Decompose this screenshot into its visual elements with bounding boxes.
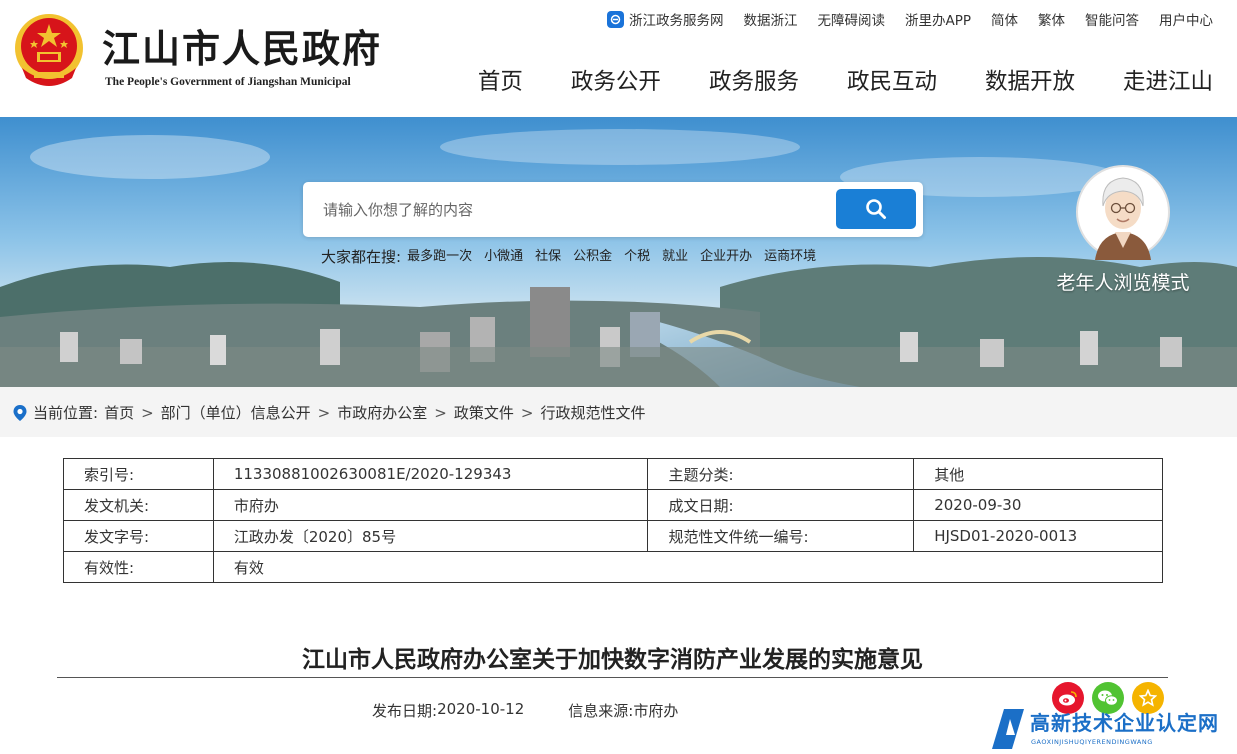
- hot-search-item[interactable]: 运商环境: [764, 247, 816, 267]
- top-link-smart-qa[interactable]: 智能问答: [1085, 9, 1139, 29]
- top-link-simplified[interactable]: 简体: [991, 9, 1018, 29]
- hot-search-item[interactable]: 社保: [535, 247, 561, 267]
- hot-searches: 大家都在搜: 最多跑一次 小微通 社保 公积金 个税 就业 企业开办 运商环境: [321, 247, 828, 267]
- search-icon: [866, 199, 886, 219]
- validity-label: 有效性:: [63, 551, 214, 583]
- watermark-text: 高新技术企业认定网: [1030, 711, 1219, 735]
- elder-mode-button[interactable]: 老年人浏览模式: [1043, 162, 1203, 302]
- hot-search-item[interactable]: 就业: [662, 247, 688, 267]
- hot-search-item[interactable]: 个税: [624, 247, 650, 267]
- hot-search-item[interactable]: 公积金: [573, 247, 612, 267]
- document-number-value: 江政办发〔2020〕85号: [212, 520, 649, 552]
- hot-searches-label: 大家都在搜:: [321, 248, 402, 266]
- breadcrumb-separator: >: [434, 403, 447, 422]
- unified-code-label: 规范性文件统一编号:: [647, 520, 915, 552]
- zhejiang-service-icon: [606, 10, 624, 28]
- top-link-label: 浙江政务服务网: [628, 13, 724, 29]
- breadcrumb-gov-office[interactable]: 市政府办公室: [337, 402, 427, 423]
- site-header: 江山市人民政府 The People's Government of Jiang…: [0, 0, 1237, 117]
- publish-date-label: 发布日期:: [372, 702, 438, 720]
- unified-code-value: HJSD01-2020-0013: [913, 520, 1163, 552]
- breadcrumb: 当前位置: 首页 > 部门（单位）信息公开 > 市政府办公室 > 政策文件 > …: [12, 402, 645, 423]
- document-number-label: 发文字号:: [63, 520, 214, 552]
- table-row: 发文字号: 江政办发〔2020〕85号 规范性文件统一编号: HJSD01-20…: [63, 520, 1163, 552]
- top-links: 浙江政务服务网 数据浙江 无障碍阅读 浙里办APP 简体 繁体 智能问答 用户中…: [606, 9, 1213, 29]
- hot-search-item[interactable]: 小微通: [484, 247, 523, 267]
- nav-item-home[interactable]: 首页: [478, 64, 523, 96]
- search-input[interactable]: [303, 182, 833, 237]
- article-title: 江山市人民政府办公室关于加快数字消防产业发展的实施意见: [302, 647, 923, 673]
- title-divider: [57, 677, 1168, 678]
- index-number-label: 索引号:: [63, 458, 214, 490]
- top-link-accessibility[interactable]: 无障碍阅读: [817, 9, 885, 29]
- main-nav: 首页 政务公开 政务服务 政民互动 数据开放 走进江山: [478, 64, 1213, 96]
- breadcrumb-normative-docs[interactable]: 行政规范性文件: [540, 402, 645, 423]
- nav-item-gov-service[interactable]: 政务服务: [709, 64, 799, 96]
- hot-search-item[interactable]: 最多跑一次: [407, 247, 472, 267]
- breadcrumb-home[interactable]: 首页: [104, 402, 134, 423]
- breadcrumb-dept-disclosure[interactable]: 部门（单位）信息公开: [161, 402, 311, 423]
- location-pin-icon: [13, 404, 27, 421]
- breadcrumb-separator: >: [141, 403, 154, 422]
- site-title[interactable]: 江山市人民政府: [102, 18, 382, 73]
- breadcrumb-label: 当前位置:: [33, 404, 99, 422]
- breadcrumb-separator: >: [317, 403, 331, 422]
- hero-banner: 大家都在搜: 最多跑一次 小微通 社保 公积金 个税 就业 企业开办 运商环境 …: [0, 117, 1237, 387]
- search-button[interactable]: [836, 189, 916, 229]
- breadcrumb-bar: 当前位置: 首页 > 部门（单位）信息公开 > 市政府办公室 > 政策文件 > …: [0, 387, 1237, 437]
- elder-avatar-icon: [1076, 165, 1170, 260]
- top-link-data-zhejiang[interactable]: 数据浙江: [743, 9, 797, 29]
- nav-item-interaction[interactable]: 政民互动: [847, 64, 937, 96]
- top-link-zlb-app[interactable]: 浙里办APP: [905, 9, 971, 29]
- table-row: 有效性: 有效: [63, 551, 1164, 583]
- watermark: 高新技术企业认定网 GAOXINJISHUQIYERENDINGWANG: [988, 703, 1237, 754]
- topic-category-label: 主题分类:: [647, 458, 915, 490]
- elder-mode-label: 老年人浏览模式: [1056, 272, 1190, 294]
- site-subtitle: The People's Government of Jiangshan Mun…: [105, 76, 351, 88]
- table-row: 发文机关: 市府办 成文日期: 2020-09-30: [63, 489, 1163, 521]
- hot-search-item[interactable]: 企业开办: [700, 247, 752, 267]
- national-emblem-icon[interactable]: [12, 12, 86, 90]
- article-meta: 发布日期: 2020-10-12 信息来源: 市府办: [372, 700, 678, 721]
- watermark-logo-icon: [992, 709, 1024, 749]
- index-number-value: 11330881002630081E/2020-129343: [212, 458, 649, 490]
- watermark-subtext: GAOXINJISHUQIYERENDINGWANG: [1031, 738, 1153, 746]
- info-source-value: 市府办: [633, 702, 679, 720]
- nav-item-about-jiangshan[interactable]: 走进江山: [1123, 64, 1213, 96]
- publish-date-value: 2020-10-12: [437, 700, 525, 718]
- top-link-user-center[interactable]: 用户中心: [1159, 9, 1213, 29]
- nav-item-open-data[interactable]: 数据开放: [985, 64, 1075, 96]
- table-row: 索引号: 11330881002630081E/2020-129343 主题分类…: [63, 458, 1163, 490]
- breadcrumb-separator: >: [520, 403, 534, 422]
- top-link-traditional[interactable]: 繁体: [1038, 9, 1065, 29]
- breadcrumb-policy-docs[interactable]: 政策文件: [454, 402, 514, 423]
- top-link-zjzwfw[interactable]: 浙江政务服务网: [606, 9, 724, 29]
- issuing-authority-label: 发文机关:: [63, 489, 214, 521]
- written-date-value: 2020-09-30: [913, 489, 1163, 521]
- nav-item-gov-disclosure[interactable]: 政务公开: [571, 64, 661, 96]
- written-date-label: 成文日期:: [647, 489, 915, 521]
- issuing-authority-value: 市府办: [212, 489, 649, 521]
- topic-category-value: 其他: [913, 458, 1163, 490]
- info-source-label: 信息来源:: [568, 702, 634, 720]
- document-info-table: 索引号: 11330881002630081E/2020-129343 主题分类…: [63, 458, 1164, 583]
- validity-value: 有效: [212, 551, 1164, 583]
- search-box: [303, 182, 923, 237]
